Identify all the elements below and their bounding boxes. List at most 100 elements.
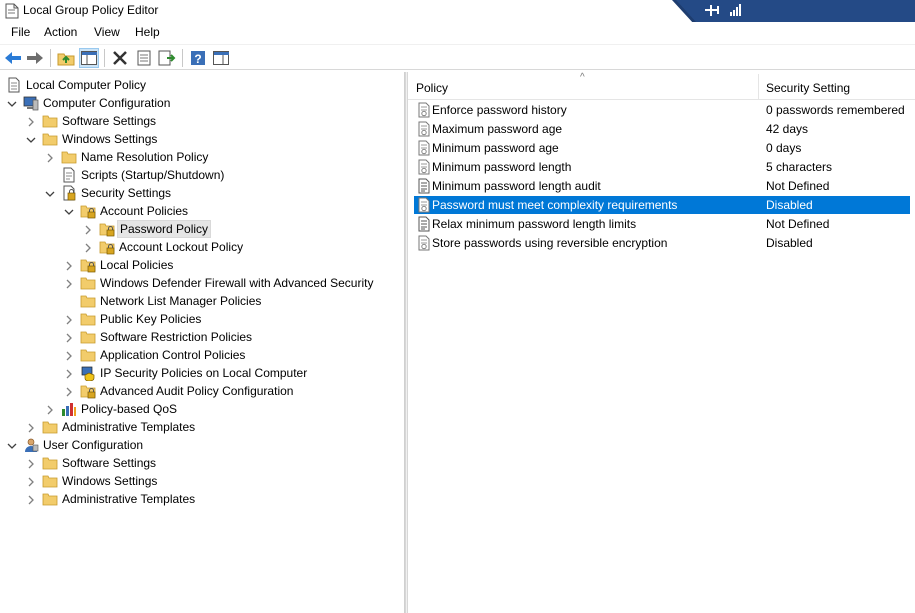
expanded-arrow-icon[interactable] [7,98,17,108]
policy-text-icon [416,216,432,232]
tree-node-label: Software Settings [62,456,157,470]
folder-icon [80,275,96,291]
policy-row-enforce-password-history[interactable]: Enforce password history 0 passwords reme… [414,101,910,119]
policy-setting-value: 42 days [766,122,809,136]
tree-node-scripts-startup-shutdown[interactable]: Scripts (Startup/Shutdown) [0,166,404,184]
collapsed-arrow-icon[interactable] [45,404,55,415]
tree-node-account-policies[interactable]: Account Policies [0,202,404,220]
policy-row-password-must-meet-complexity-requirements[interactable]: Password must meet complexity requiremen… [414,196,910,214]
policy-row-minimum-password-length-audit[interactable]: Minimum password length audit Not Defined [414,177,910,195]
policy-name: Maximum password age [432,122,563,136]
column-header-security-setting[interactable]: Security Setting [758,74,915,100]
tree-node-windows-settings[interactable]: Windows Settings [0,130,404,148]
forward-icon[interactable] [25,48,45,68]
collapsed-arrow-icon[interactable] [64,368,74,379]
show-hide-action-pane-icon[interactable] [211,48,231,68]
tree-node-network-list-manager-policies[interactable]: Network List Manager Policies [0,292,404,310]
back-icon[interactable] [3,48,23,68]
tree-node-local-computer-policy[interactable]: Local Computer Policy [0,76,404,94]
folder-icon [42,473,58,489]
collapsed-arrow-icon[interactable] [45,152,55,163]
tree-node-policy-based-qos[interactable]: Policy-based QoS [0,400,404,418]
collapsed-arrow-icon[interactable] [26,458,36,469]
collapsed-arrow-icon[interactable] [83,242,93,253]
console-tree[interactable]: Local Computer Policy Computer Configurat… [0,72,405,613]
tree-node-local-policies[interactable]: Local Policies [0,256,404,274]
show-hide-tree-icon[interactable] [79,48,99,68]
policy-row-store-passwords-using-reversible-encryption[interactable]: Store passwords using reversible encrypt… [414,234,910,252]
collapsed-arrow-icon[interactable] [64,332,74,343]
policy-row-maximum-password-age[interactable]: Maximum password age 42 days [414,120,910,138]
tree-node-label: Software Settings [62,114,157,128]
expanded-arrow-icon[interactable] [7,440,17,450]
tree-node-user-configuration[interactable]: User Configuration [0,436,404,454]
tree-node-computer-configuration[interactable]: Computer Configuration [0,94,404,112]
properties-icon[interactable] [134,48,154,68]
tree-node-label: Software Restriction Policies [100,330,253,344]
tree-node-security-settings[interactable]: Security Settings [0,184,404,202]
up-folder-icon[interactable] [56,48,76,68]
collapsed-arrow-icon[interactable] [26,494,36,505]
tree-node-ip-security-policies-on-local-computer[interactable]: IP Security Policies on Local Computer [0,364,404,382]
tree-node-administrative-templates[interactable]: Administrative Templates [0,418,404,436]
policy-list-view[interactable]: ^ Policy Security Setting Enforce passwo… [408,72,915,613]
tree-node-label: Advanced Audit Policy Configuration [100,384,294,398]
collapsed-arrow-icon[interactable] [26,422,36,433]
menu-help[interactable]: Help [133,25,162,39]
policy-name: Enforce password history [432,103,567,117]
window-title: Local Group Policy Editor [23,3,159,17]
folder-icon [80,311,96,327]
tree-node-software-settings[interactable]: Software Settings [0,112,404,130]
collapsed-arrow-icon[interactable] [64,260,74,271]
menu-view[interactable]: View [92,25,122,39]
help-icon[interactable]: ? [188,48,208,68]
expanded-arrow-icon[interactable] [64,206,74,216]
column-header-policy[interactable]: Policy [408,74,758,100]
tree-node-label: IP Security Policies on Local Computer [100,366,308,380]
tree-node-software-settings[interactable]: Software Settings [0,454,404,472]
delete-icon[interactable] [110,48,130,68]
policy-setting-icon [416,121,432,137]
folder-icon [42,491,58,507]
tree-node-software-restriction-policies[interactable]: Software Restriction Policies [0,328,404,346]
collapsed-arrow-icon[interactable] [64,314,74,325]
policy-name: Minimum password age [432,141,559,155]
tree-node-advanced-audit-policy-configuration[interactable]: Advanced Audit Policy Configuration [0,382,404,400]
policy-setting-icon [416,140,432,156]
tree-node-name-resolution-policy[interactable]: Name Resolution Policy [0,148,404,166]
policy-row-minimum-password-age[interactable]: Minimum password age 0 days [414,139,910,157]
menu-action[interactable]: Action [42,25,79,39]
collapsed-arrow-icon[interactable] [26,116,36,127]
tree-node-windows-defender-firewall-with-advanced-security[interactable]: Windows Defender Firewall with Advanced … [0,274,404,292]
policy-text-icon [416,178,432,194]
policy-row-minimum-password-length[interactable]: Minimum password length 5 characters [414,158,910,176]
tree-node-account-lockout-policy[interactable]: Account Lockout Policy [0,238,404,256]
lock-folder-icon [99,239,115,255]
network-status-icon [672,0,915,24]
expanded-arrow-icon[interactable] [26,134,36,144]
policy-row-relax-minimum-password-length-limits[interactable]: Relax minimum password length limits Not … [414,215,910,233]
script-icon [61,167,77,183]
tree-node-password-policy[interactable]: Password Policy [0,220,404,238]
folder-icon [80,347,96,363]
collapsed-arrow-icon[interactable] [83,224,93,235]
tree-node-windows-settings[interactable]: Windows Settings [0,472,404,490]
collapsed-arrow-icon[interactable] [26,476,36,487]
expanded-arrow-icon[interactable] [45,188,55,198]
policy-setting-value: 0 days [766,141,802,155]
tree-node-label: Application Control Policies [100,348,246,362]
collapsed-arrow-icon[interactable] [64,386,74,397]
tree-node-label: Local Policies [100,258,174,272]
title-bar: Local Group Policy Editor [0,0,915,24]
qos-chart-icon [61,401,77,417]
menu-file[interactable]: File [9,25,32,39]
user-icon [23,437,39,453]
policy-name: Minimum password length audit [432,179,601,193]
folder-icon [42,455,58,471]
collapsed-arrow-icon[interactable] [64,350,74,361]
export-list-icon[interactable] [157,48,177,68]
collapsed-arrow-icon[interactable] [64,278,74,289]
tree-node-public-key-policies[interactable]: Public Key Policies [0,310,404,328]
tree-node-administrative-templates[interactable]: Administrative Templates [0,490,404,508]
tree-node-application-control-policies[interactable]: Application Control Policies [0,346,404,364]
